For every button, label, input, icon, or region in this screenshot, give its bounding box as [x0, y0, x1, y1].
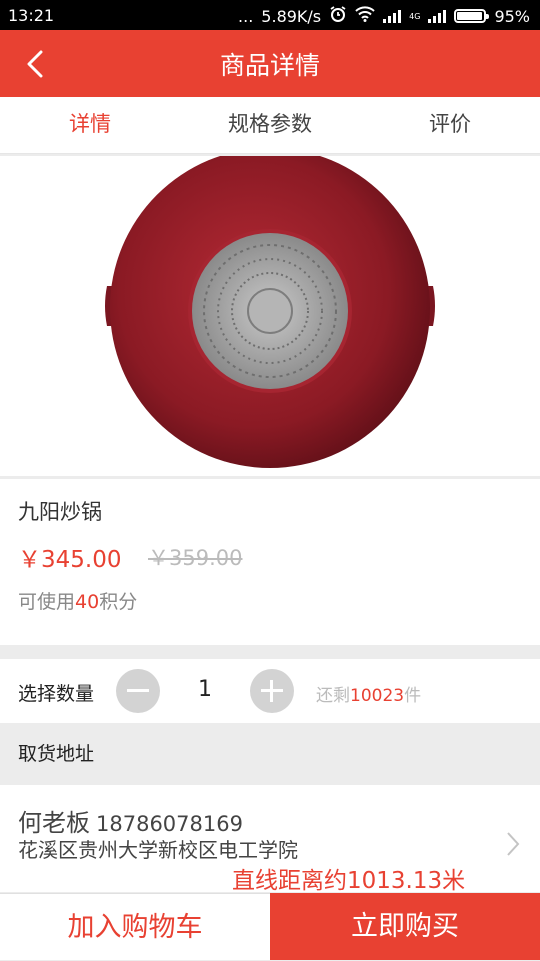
stock-prefix: 还剩	[316, 686, 350, 706]
status-dots: ...	[238, 6, 254, 26]
original-price: ￥359.00	[148, 546, 243, 570]
distance-text: 直线距离约1013.13米	[232, 868, 466, 894]
buy-now-button[interactable]: 立即购买	[270, 893, 540, 960]
app-header: 商品详情	[0, 30, 540, 97]
battery-icon	[454, 9, 490, 23]
product-name: 九阳炒锅	[18, 500, 102, 524]
tab-specifications[interactable]: 规格参数	[180, 97, 360, 153]
tab-details[interactable]: 详情	[0, 97, 180, 153]
battery-percent: 95%	[494, 6, 530, 26]
stock-info: 还剩10023件	[316, 681, 421, 706]
contact-phone: 18786078169	[96, 812, 243, 836]
stock-value: 10023	[350, 686, 405, 706]
status-bar: 13:21 ... 5.89K/s 4G 95%	[0, 0, 540, 30]
bottom-action-bar: 加入购物车 立即购买	[0, 893, 540, 960]
decrease-quantity-button[interactable]	[116, 669, 160, 713]
signal-icon-2	[428, 9, 447, 23]
page-title: 商品详情	[219, 51, 320, 80]
product-price: ￥345.00	[18, 547, 122, 573]
add-to-cart-button[interactable]: 加入购物车	[0, 893, 270, 960]
tab-bar: 详情 规格参数 评价	[0, 97, 540, 154]
network-type: 4G	[409, 11, 421, 21]
wifi-icon	[355, 6, 375, 26]
alarm-icon	[329, 5, 347, 27]
points-prefix: 可使用	[18, 591, 76, 613]
points-suffix: 积分	[99, 591, 138, 613]
status-time: 13:21	[8, 6, 55, 25]
tab-reviews[interactable]: 评价	[360, 97, 540, 153]
quantity-value[interactable]: 1	[185, 677, 225, 702]
increase-quantity-button[interactable]	[250, 669, 294, 713]
status-right: ... 5.89K/s 4G 95%	[238, 5, 530, 27]
wok-image	[105, 148, 435, 468]
network-speed: 5.89K/s	[261, 6, 322, 26]
contact-info: 何老板 18786078169	[18, 803, 243, 838]
battery-fill	[457, 12, 483, 20]
product-image	[0, 148, 540, 476]
points-value: 40	[75, 591, 100, 613]
stock-suffix: 件	[404, 686, 422, 706]
pickup-address-label: 取货地址	[18, 743, 95, 765]
points-info: 可使用40积分	[18, 587, 137, 614]
address-text: 花溪区贵州大学新校区电工学院	[18, 838, 298, 862]
signal-icon-1	[383, 9, 402, 23]
product-info: 九阳炒锅 ￥345.00 ￥359.00 可使用40积分	[0, 479, 540, 645]
quantity-selector: 选择数量 1 还剩10023件	[0, 659, 540, 723]
minus-icon	[127, 689, 149, 692]
chevron-right-icon	[507, 832, 520, 856]
pickup-address-card[interactable]: 何老板 18786078169 花溪区贵州大学新校区电工学院 直线距离约1013.…	[0, 785, 540, 894]
contact-name: 何老板	[18, 809, 90, 837]
quantity-label: 选择数量	[18, 683, 95, 705]
plus-icon-v	[270, 680, 273, 702]
